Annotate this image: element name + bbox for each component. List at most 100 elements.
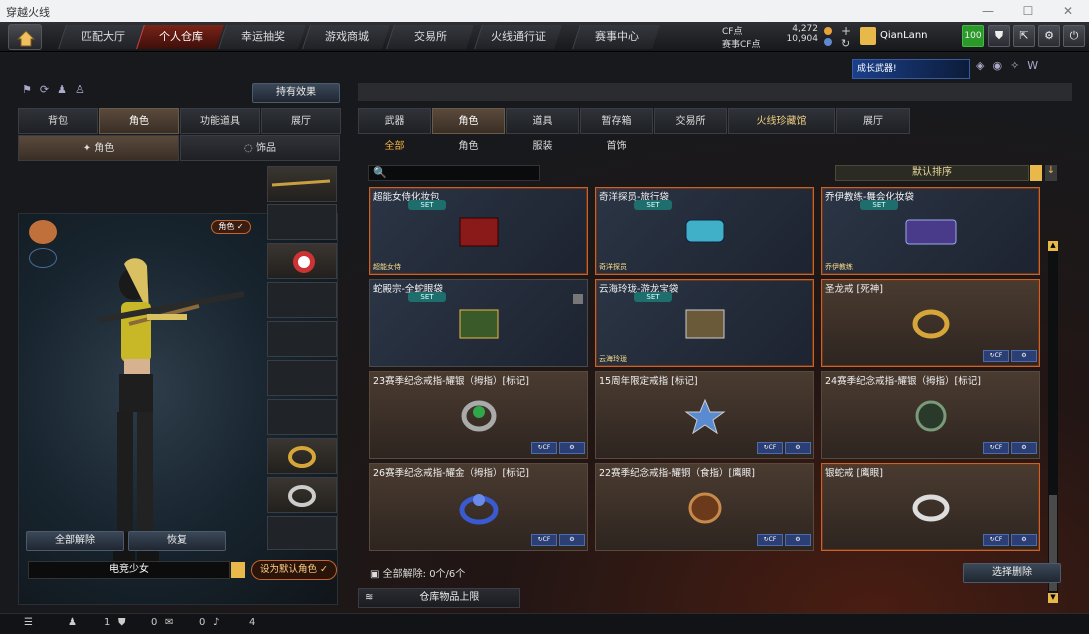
- nav-tab-6[interactable]: 赛事中心: [572, 25, 660, 49]
- restore-button[interactable]: 恢复: [128, 531, 226, 551]
- growth-weapon-banner[interactable]: 成长武器!: [852, 59, 970, 79]
- left-tab-3[interactable]: 展厅: [261, 108, 341, 134]
- sub-tab-0[interactable]: 全部: [358, 137, 431, 157]
- cf-swap-icon[interactable]: ↻CF: [531, 442, 557, 454]
- set-default-button[interactable]: 设为默认角色 ✓: [251, 560, 337, 580]
- cf-swap-icon[interactable]: ↻CF: [983, 442, 1009, 454]
- gear-icon[interactable]: ⚙: [559, 442, 585, 454]
- item-card[interactable]: 奇洋探员-旅行袋 SET 奇洋探员: [595, 187, 814, 275]
- slot-weapon[interactable]: [267, 166, 337, 202]
- gear-icon[interactable]: ⚙: [559, 534, 585, 546]
- sub-tab-3[interactable]: 首饰: [580, 137, 653, 157]
- minimize-button[interactable]: —: [968, 0, 1008, 22]
- slot-ring-1[interactable]: [267, 438, 337, 474]
- slot-empty-1[interactable]: [267, 282, 337, 318]
- right-tab-4[interactable]: 交易所: [654, 108, 727, 134]
- gear-icon[interactable]: ⚙: [1011, 534, 1037, 546]
- stats-icon[interactable]: ⚑: [22, 83, 32, 96]
- volume-icon[interactable]: ♪: [213, 617, 219, 628]
- character-icon[interactable]: ♟: [57, 83, 67, 96]
- badge-wing-icon[interactable]: ✧: [1010, 59, 1019, 72]
- add-currency-icon[interactable]: +↻: [840, 25, 852, 49]
- left-tab-2[interactable]: 功能道具: [180, 108, 260, 134]
- badge-globe-icon[interactable]: ◉: [992, 59, 1002, 72]
- avatar[interactable]: [860, 27, 876, 45]
- item-card[interactable]: 23赛季纪念戒指-耀银（拇指）[标记] ↻CF ⚙: [369, 371, 588, 459]
- scroll-down-icon[interactable]: ▼: [1048, 593, 1058, 603]
- nav-tab-0[interactable]: 匹配大厅: [58, 25, 146, 49]
- scrollbar[interactable]: ▲ ▼: [1048, 241, 1058, 603]
- item-card[interactable]: 乔伊教练-舞会化妆袋 SET 乔伊教练: [821, 187, 1040, 275]
- item-card[interactable]: 银蛇戒 [鹰眼] ↻CF ⚙: [821, 463, 1040, 551]
- refresh-icon[interactable]: ⟳: [40, 83, 49, 96]
- nav-tab-4[interactable]: 交易所: [386, 25, 474, 49]
- scroll-up-icon[interactable]: ▲: [1048, 241, 1058, 251]
- item-card[interactable]: 26赛季纪念戒指-耀金（拇指）[标记] ↻CF ⚙: [369, 463, 588, 551]
- wing-emblem-icon[interactable]: [29, 248, 57, 268]
- item-card[interactable]: 24赛季纪念戒指-耀银（拇指）[标记] ↻CF ⚙: [821, 371, 1040, 459]
- slot-empty-5[interactable]: [267, 516, 337, 550]
- right-tab-2[interactable]: 道具: [506, 108, 579, 134]
- sort-dropdown[interactable]: 默认排序: [835, 165, 1029, 181]
- sub-tab-1[interactable]: 角色: [432, 137, 505, 157]
- list-icon[interactable]: ☰: [24, 617, 33, 628]
- item-card[interactable]: 圣龙戒 [死神] ↻CF ⚙: [821, 279, 1040, 367]
- right-tab-5[interactable]: 火线珍藏馆: [728, 108, 835, 134]
- right-tab-6[interactable]: 展厅: [836, 108, 910, 134]
- bag-icon[interactable]: ♙: [75, 83, 85, 96]
- cf-swap-icon[interactable]: ↻CF: [757, 442, 783, 454]
- badge-v-icon[interactable]: ◈: [976, 59, 984, 72]
- item-card[interactable]: 22赛季纪念戒指-耀铜（食指）[鹰眼] ↻CF ⚙: [595, 463, 814, 551]
- gear-icon[interactable]: ⚙: [1011, 442, 1037, 454]
- exit-button[interactable]: ⇱: [1013, 25, 1035, 47]
- item-card[interactable]: 云海玲珑-游龙宝袋 SET 云海玲珑: [595, 279, 814, 367]
- sort-order-icon[interactable]: ↓: [1045, 165, 1057, 181]
- effect-button[interactable]: 持有效果: [252, 83, 340, 103]
- cf-swap-icon[interactable]: ↻CF: [531, 534, 557, 546]
- level-badge[interactable]: 100: [962, 25, 984, 47]
- close-button[interactable]: ✕: [1048, 0, 1088, 22]
- settings-button[interactable]: ⚙: [1038, 25, 1060, 47]
- shield-small-icon[interactable]: ⛊: [118, 617, 126, 628]
- gear-icon[interactable]: ⚙: [785, 442, 811, 454]
- right-tab-1[interactable]: 角色: [432, 108, 505, 134]
- search-input[interactable]: [387, 166, 537, 180]
- menu-icon[interactable]: [231, 562, 245, 578]
- left-tab-0[interactable]: 背包: [18, 108, 98, 134]
- nav-tab-3[interactable]: 游戏商城: [302, 25, 390, 49]
- item-card[interactable]: 蛇殿宗-全蛇眼袋 SET: [369, 279, 588, 367]
- slot-empty-3[interactable]: [267, 360, 337, 396]
- gear-icon[interactable]: ⚙: [1011, 350, 1037, 362]
- rank-button[interactable]: ⛊: [988, 25, 1010, 47]
- chat-icon[interactable]: ✉: [165, 617, 173, 628]
- nav-tab-2[interactable]: 幸运抽奖: [218, 25, 306, 49]
- slot-vest[interactable]: [267, 204, 337, 240]
- right-tab-3[interactable]: 暂存箱: [580, 108, 653, 134]
- cf-swap-icon[interactable]: ↻CF: [983, 350, 1009, 362]
- slot-mask[interactable]: [267, 243, 337, 279]
- people-icon[interactable]: ♟: [68, 617, 77, 628]
- search-field[interactable]: 🔍: [368, 165, 540, 181]
- cf-swap-icon[interactable]: ↻CF: [757, 534, 783, 546]
- slot-ring-2[interactable]: [267, 477, 337, 513]
- item-card[interactable]: 超能女侍化妆包 SET 超能女侍: [369, 187, 588, 275]
- slot-empty-4[interactable]: [267, 399, 337, 435]
- fox-emblem-icon[interactable]: [29, 220, 57, 244]
- right-tab-0[interactable]: 武器: [358, 108, 431, 134]
- item-card[interactable]: 15周年限定戒指 [标记] ↻CF ⚙: [595, 371, 814, 459]
- maximize-button[interactable]: ☐: [1008, 0, 1048, 22]
- unequip-all-button[interactable]: 全部解除: [26, 531, 124, 551]
- nav-tab-1[interactable]: 个人仓库: [136, 25, 224, 49]
- power-button[interactable]: ⏻: [1063, 25, 1085, 47]
- role-badge[interactable]: 角色 ✓: [211, 220, 251, 234]
- subtab-role[interactable]: ✦ 角色: [18, 135, 179, 161]
- slot-empty-2[interactable]: [267, 321, 337, 357]
- storage-limit-bar[interactable]: ≋ 仓库物品上限: [358, 588, 520, 608]
- left-tab-1[interactable]: 角色: [99, 108, 179, 134]
- subtab-accessory[interactable]: ◌ 饰品: [180, 135, 340, 161]
- gear-icon[interactable]: ⚙: [785, 534, 811, 546]
- cf-swap-icon[interactable]: ↻CF: [983, 534, 1009, 546]
- home-button[interactable]: [8, 24, 42, 50]
- nav-tab-5[interactable]: 火线通行证: [474, 25, 562, 49]
- list-view-icon[interactable]: [1030, 165, 1042, 181]
